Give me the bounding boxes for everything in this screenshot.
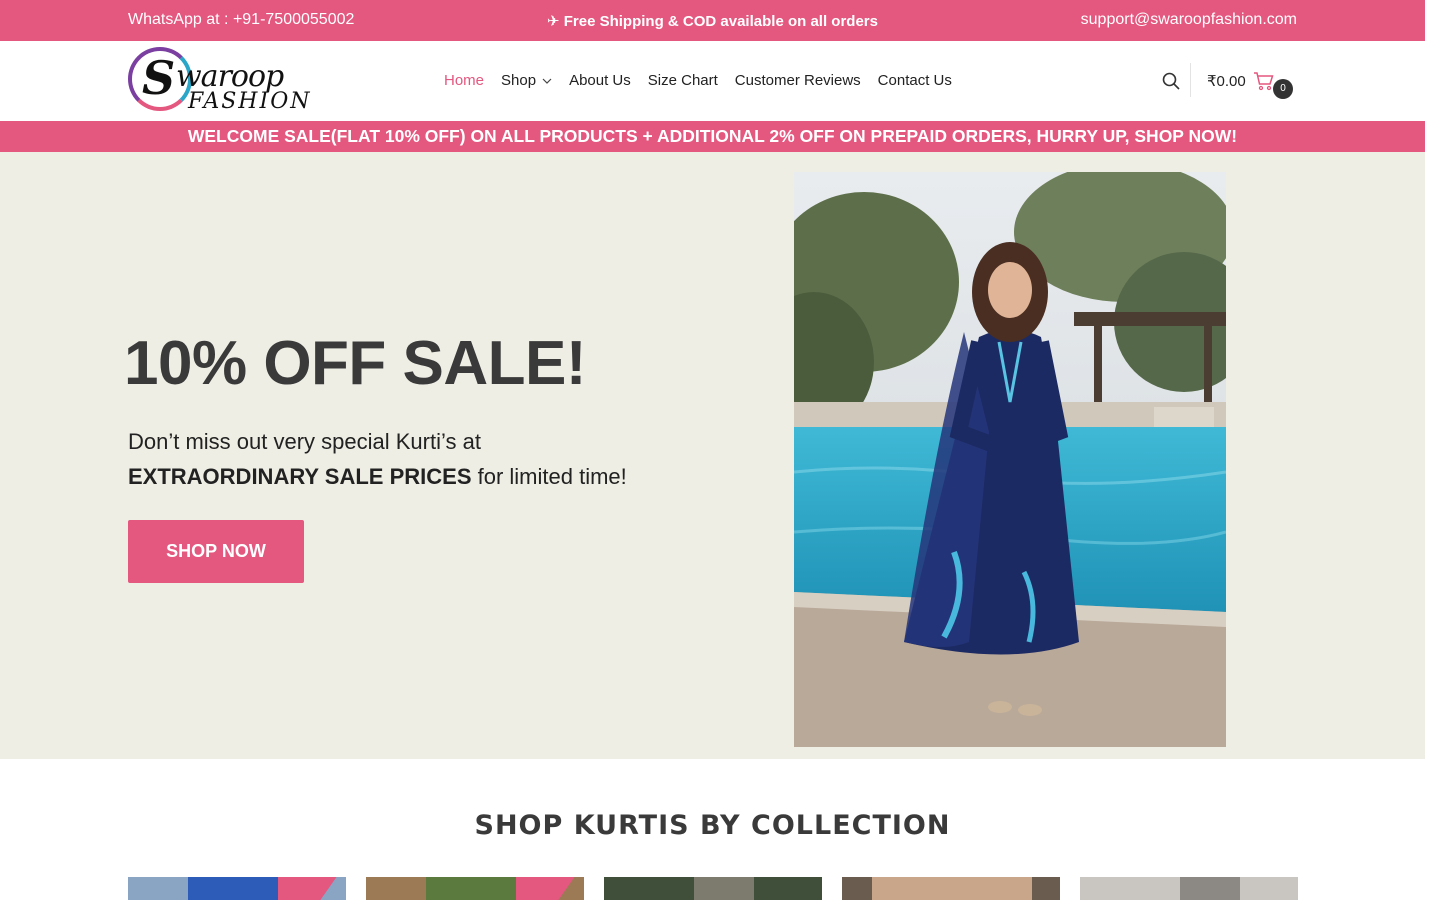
hero-text-rest: for limited time! — [471, 464, 627, 489]
collection-tiles — [128, 877, 1298, 900]
hero-text-bold: EXTRAORDINARY SALE PRICES — [128, 464, 472, 489]
logo-letter-s: S — [142, 51, 176, 105]
search-icon[interactable] — [1161, 71, 1181, 91]
hero-section: 10% OFF SALE! Don’t miss out very specia… — [0, 152, 1425, 759]
collection-title: SHOP KURTIS BY COLLECTION — [474, 810, 951, 841]
chevron-down-icon — [542, 78, 552, 84]
nav-item-customer-reviews[interactable]: Customer Reviews — [735, 72, 861, 89]
collection-tile[interactable] — [842, 877, 1060, 900]
collection-tile[interactable] — [366, 877, 584, 900]
collection-tile[interactable] — [604, 877, 822, 900]
nav-item-shop-label: Shop — [501, 72, 537, 89]
top-announcement-bar: WhatsApp at : +91-7500055002 ✈ Free Ship… — [0, 0, 1425, 41]
cart-icon[interactable] — [1253, 70, 1275, 92]
sale-banner: WELCOME SALE(FLAT 10% OFF) ON ALL PRODUC… — [0, 121, 1425, 152]
tile-thumbnail-shape — [1180, 877, 1240, 900]
nav-item-about[interactable]: About Us — [569, 72, 631, 89]
nav-item-home[interactable]: Home — [444, 72, 484, 89]
tile-thumbnail-shape — [188, 877, 278, 900]
header-divider — [1190, 63, 1191, 97]
hero-photo-illustration — [794, 172, 1226, 747]
hero-text-line1: Don’t miss out very special Kurti’s at — [128, 429, 481, 454]
nav-item-contact[interactable]: Contact Us — [878, 72, 952, 89]
tile-thumbnail-shape — [872, 877, 1032, 900]
collection-tile[interactable] — [1080, 877, 1298, 900]
logo-fashion: FASHION — [188, 89, 312, 114]
tile-thumbnail-shape — [426, 877, 516, 900]
cart-count-badge: 0 — [1273, 79, 1293, 99]
main-nav: Home Shop About Us Size Chart Customer R… — [444, 72, 952, 89]
nav-item-size-chart[interactable]: Size Chart — [648, 72, 718, 89]
tile-thumbnail-shape — [694, 877, 754, 900]
hero-model-image[interactable] — [794, 172, 1226, 747]
hero-text: Don’t miss out very special Kurti’s at E… — [128, 424, 728, 494]
site-logo[interactable]: S waroop FASHION — [128, 45, 309, 117]
collection-tile[interactable] — [128, 877, 346, 900]
support-email[interactable]: support@swaroopfashion.com — [1081, 11, 1297, 29]
site-header: S waroop FASHION Home Shop About Us Size… — [0, 41, 1425, 121]
hero-title: 10% OFF SALE! — [124, 329, 587, 398]
cart-total[interactable]: ₹0.00 — [1207, 72, 1246, 90]
nav-item-shop[interactable]: Shop — [501, 72, 552, 89]
shop-now-button[interactable]: SHOP NOW — [128, 520, 304, 583]
